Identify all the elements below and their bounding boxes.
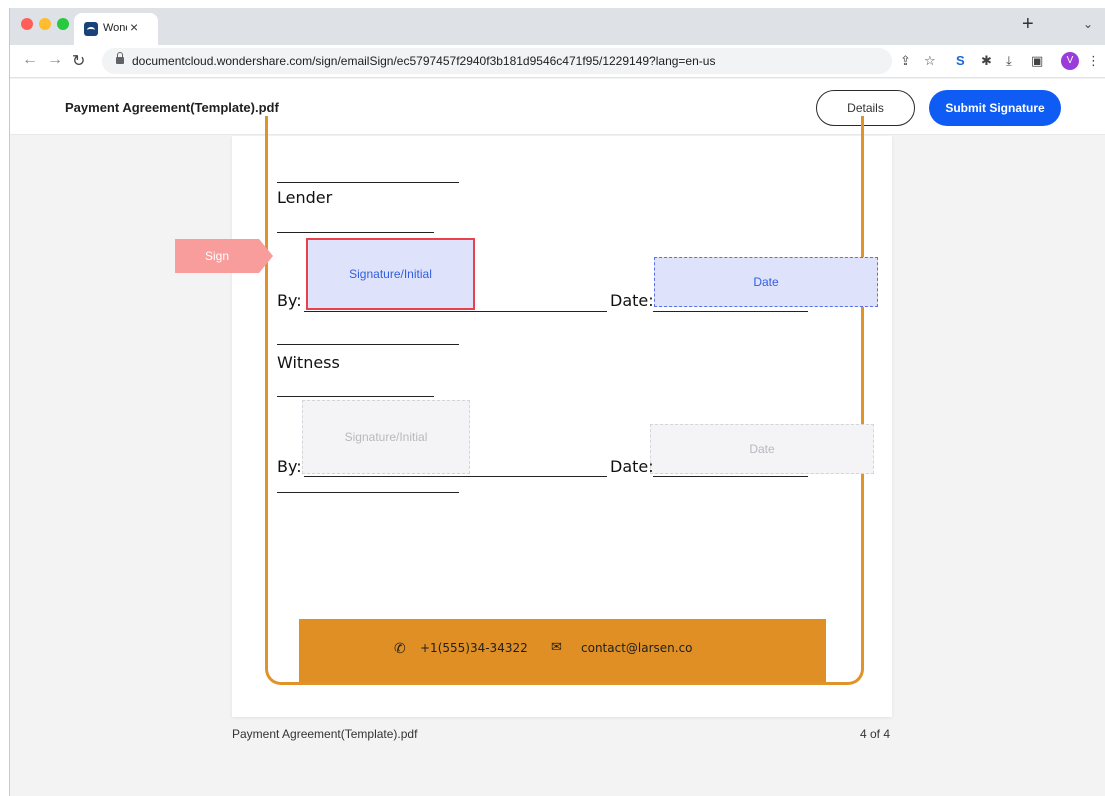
kebab-menu-icon[interactable]: ⋮ xyxy=(1087,53,1100,69)
signature-line xyxy=(277,182,459,183)
contact-footer-band: ✆ +1(555)34-34322 ✉ contact@larsen.co xyxy=(299,619,826,682)
document-canvas[interactable]: Lender By: Date: Signature/Initial Date … xyxy=(10,116,1105,796)
lender-date-line xyxy=(653,311,808,312)
witness-date-line xyxy=(653,476,808,477)
sign-pointer-tag[interactable]: Sign xyxy=(175,239,273,273)
extension-s-icon[interactable]: S xyxy=(956,53,965,69)
share-icon[interactable]: ⇪ xyxy=(900,53,911,69)
reload-icon[interactable]: ↻ xyxy=(72,51,85,71)
browser-window: Wondershare × + ⌄ ← → ↻ documentcloud.wo… xyxy=(9,8,1105,796)
pdf-page: Lender By: Date: Signature/Initial Date … xyxy=(232,116,892,717)
witness-by-label: By: xyxy=(277,457,302,476)
address-url[interactable]: documentcloud.wondershare.com/sign/email… xyxy=(132,54,715,68)
wondershare-favicon-icon xyxy=(84,22,98,36)
signature-line xyxy=(277,492,459,493)
envelope-icon: ✉ xyxy=(551,640,562,655)
browser-toolbar: ← → ↻ documentcloud.wondershare.com/sign… xyxy=(10,45,1105,78)
phone-icon: ✆ xyxy=(394,641,406,657)
witness-date-label: Date: xyxy=(610,457,654,476)
footer-file-name: Payment Agreement(Template).pdf xyxy=(232,727,418,741)
witness-by-line xyxy=(304,476,607,477)
lender-date-label: Date: xyxy=(610,291,654,310)
side-panel-icon[interactable]: ▣ xyxy=(1031,53,1043,69)
minimize-window-button[interactable] xyxy=(39,18,51,30)
tab-strip: Wondershare × + ⌄ xyxy=(10,8,1105,45)
puzzle-extensions-icon[interactable]: ✱ xyxy=(981,53,992,69)
back-arrow-icon[interactable]: ← xyxy=(22,51,38,69)
tab-search-chevron-icon[interactable]: ⌄ xyxy=(1083,17,1093,31)
maximize-window-button[interactable] xyxy=(57,18,69,30)
bookmark-star-icon[interactable]: ☆ xyxy=(924,53,936,69)
lender-by-line xyxy=(304,311,607,312)
page-indicator: 4 of 4 xyxy=(860,727,891,741)
profile-avatar[interactable]: V xyxy=(1061,52,1079,70)
lender-signature-field[interactable]: Signature/Initial xyxy=(306,238,475,310)
browser-tab[interactable]: Wondershare × xyxy=(74,13,158,45)
witness-date-field[interactable]: Date xyxy=(650,424,874,474)
signature-line xyxy=(277,232,434,233)
close-window-button[interactable] xyxy=(21,18,33,30)
contact-email: contact@larsen.co xyxy=(581,641,693,655)
forward-arrow-icon[interactable]: → xyxy=(47,51,63,69)
download-icon[interactable]: ⤓ xyxy=(1006,53,1012,69)
document-title: Payment Agreement(Template).pdf xyxy=(65,100,279,115)
lender-date-field[interactable]: Date xyxy=(654,257,878,307)
signature-line xyxy=(277,344,459,345)
lock-icon[interactable] xyxy=(116,52,124,64)
tab-title: Wondershare xyxy=(103,22,127,34)
witness-signature-field[interactable]: Signature/Initial xyxy=(302,400,470,474)
phone-number: +1(555)34-34322 xyxy=(420,641,528,655)
submit-signature-button[interactable]: Submit Signature xyxy=(929,90,1061,126)
address-bar[interactable]: documentcloud.wondershare.com/sign/email… xyxy=(102,48,892,74)
tab-close-button[interactable]: × xyxy=(130,19,138,35)
signature-line xyxy=(277,396,434,397)
witness-label: Witness xyxy=(277,353,340,372)
lender-by-label: By: xyxy=(277,291,302,310)
lender-label: Lender xyxy=(277,188,333,207)
new-tab-button[interactable]: + xyxy=(1022,13,1034,36)
